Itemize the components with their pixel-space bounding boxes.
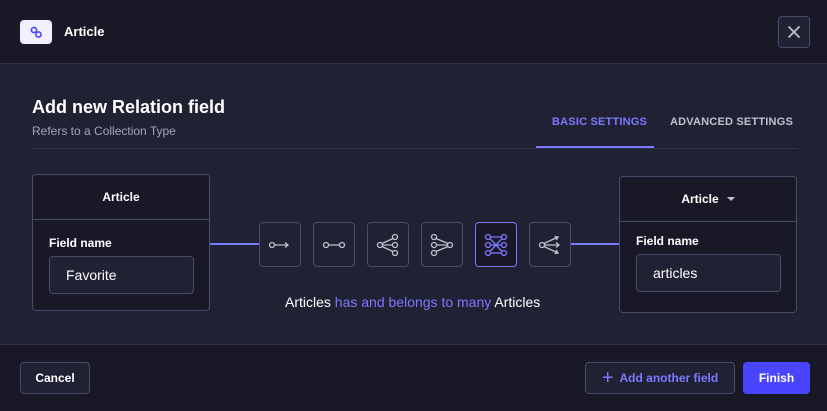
right-collection-card: Article Field name xyxy=(619,176,797,313)
modal-subtitle: Refers to a Collection Type xyxy=(32,124,176,138)
add-another-field-label: Add another field xyxy=(619,371,719,385)
finish-button[interactable]: Finish xyxy=(743,362,810,394)
tabs-divider xyxy=(32,148,798,149)
tab-advanced-settings[interactable]: ADVANCED SETTINGS xyxy=(670,116,793,128)
cancel-button[interactable]: Cancel xyxy=(20,362,90,394)
one-to-many-icon xyxy=(376,233,399,256)
right-field-name-input[interactable] xyxy=(636,254,781,292)
one-to-one-icon xyxy=(322,241,346,248)
relation-text-middle: has and belongs to many xyxy=(334,294,492,310)
relation-description: Articles has and belongs to many Article… xyxy=(285,294,540,310)
tab-basic-settings[interactable]: BASIC SETTINGS xyxy=(552,116,647,128)
many-way-button[interactable] xyxy=(529,222,571,267)
one-way-icon xyxy=(268,241,290,248)
active-tab-indicator xyxy=(536,146,654,148)
relation-text-right: Articles xyxy=(494,294,541,310)
many-to-many-button[interactable] xyxy=(475,222,517,267)
right-field-name-label: Field name xyxy=(636,234,699,248)
one-to-many-button[interactable] xyxy=(367,222,409,267)
many-to-one-icon xyxy=(430,233,454,256)
many-to-one-button[interactable] xyxy=(421,222,463,267)
plus-icon: + xyxy=(601,367,614,389)
left-collection-card: Article Field name xyxy=(32,174,210,311)
relation-link-icon xyxy=(20,20,52,44)
modal-title: Add new Relation field xyxy=(32,97,226,117)
modal-footer: Cancel + Add another field Finish xyxy=(0,344,827,411)
add-another-field-button[interactable]: + Add another field xyxy=(585,362,735,394)
target-collection-select[interactable]: Article xyxy=(620,177,796,222)
left-field-name-label: Field name xyxy=(49,236,112,250)
relation-line-left xyxy=(210,243,260,245)
relation-field-modal: Article Add new Relation field Refers to… xyxy=(0,0,827,411)
many-to-many-icon xyxy=(484,233,508,256)
one-way-button[interactable] xyxy=(259,222,301,267)
left-field-name-input[interactable] xyxy=(49,256,194,294)
left-card-title: Article xyxy=(33,175,209,220)
many-way-icon xyxy=(538,235,561,254)
close-button[interactable] xyxy=(778,16,810,48)
relation-text-left: Articles xyxy=(285,294,331,310)
header-title: Article xyxy=(64,24,105,39)
right-card-title: Article xyxy=(681,192,719,206)
caret-down-icon xyxy=(726,197,735,201)
close-icon xyxy=(788,26,800,38)
one-to-one-button[interactable] xyxy=(313,222,355,267)
modal-header: Article xyxy=(0,0,827,64)
relation-line-right xyxy=(570,243,619,245)
